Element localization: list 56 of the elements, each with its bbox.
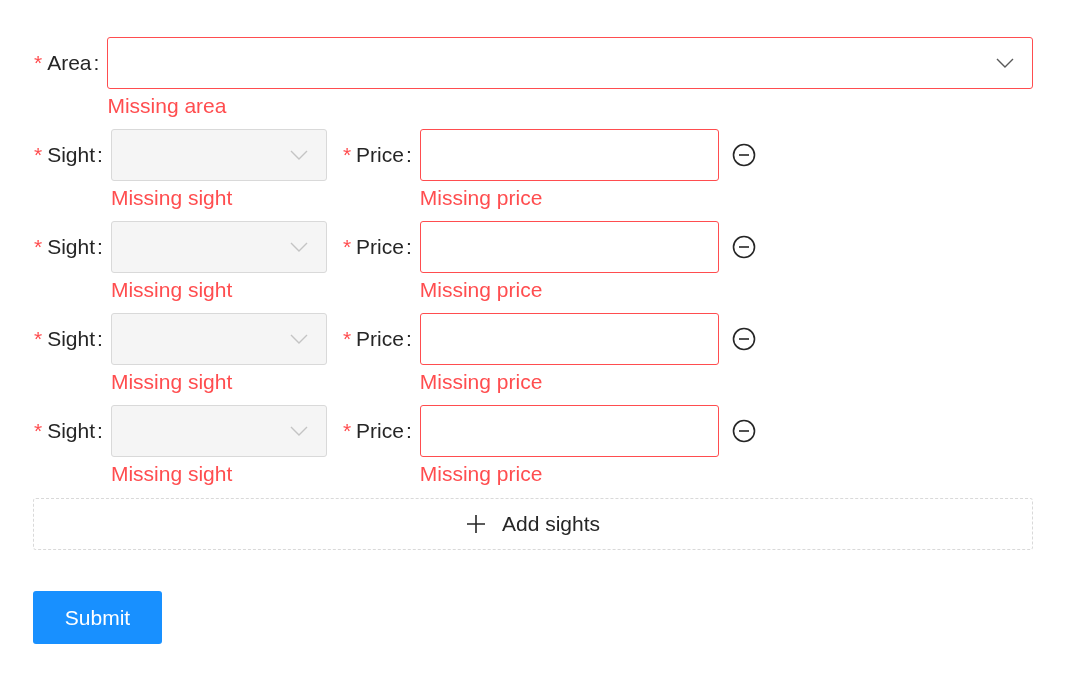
error-message: Missing price bbox=[419, 461, 543, 487]
colon: : bbox=[93, 51, 100, 75]
required-mark: * bbox=[34, 235, 43, 259]
chevron-down-icon bbox=[289, 426, 308, 436]
field-label: Sight bbox=[47, 327, 96, 351]
minus-circle-icon bbox=[731, 327, 756, 351]
colon: : bbox=[97, 235, 103, 259]
required-mark: * bbox=[34, 51, 43, 75]
field-label: Sight bbox=[47, 419, 96, 443]
required-mark: * bbox=[34, 327, 43, 351]
field-label: Price bbox=[356, 419, 404, 443]
chevron-down-icon bbox=[289, 150, 308, 160]
error-message: Missing price bbox=[419, 369, 543, 395]
error-message: Missing sight bbox=[110, 185, 233, 211]
colon: : bbox=[405, 235, 412, 259]
add-sights-button[interactable]: Add sights bbox=[33, 498, 1033, 550]
required-mark: * bbox=[342, 327, 352, 351]
required-mark: * bbox=[34, 419, 43, 443]
field-label: Sight bbox=[47, 143, 96, 167]
required-mark: * bbox=[34, 143, 43, 167]
minus-circle-icon bbox=[731, 419, 756, 443]
remove-button[interactable] bbox=[731, 143, 756, 167]
field-label: Area bbox=[47, 51, 92, 75]
error-message: Missing sight bbox=[110, 369, 233, 395]
field-label: Price bbox=[356, 143, 404, 167]
error-message: Missing sight bbox=[110, 461, 233, 487]
required-mark: * bbox=[342, 143, 352, 167]
select-field[interactable] bbox=[107, 37, 1033, 89]
minus-circle-icon bbox=[731, 143, 756, 167]
required-mark: * bbox=[342, 419, 352, 443]
input-field[interactable] bbox=[419, 129, 719, 181]
error-message: Missing price bbox=[419, 185, 543, 211]
plus-icon bbox=[465, 514, 486, 534]
input-field[interactable] bbox=[419, 313, 719, 365]
colon: : bbox=[97, 327, 103, 351]
colon: : bbox=[405, 143, 412, 167]
error-message: Missing area bbox=[107, 93, 227, 119]
colon: : bbox=[97, 143, 103, 167]
remove-button[interactable] bbox=[731, 235, 756, 259]
error-message: Missing price bbox=[419, 277, 543, 303]
chevron-down-icon bbox=[996, 58, 1014, 68]
chevron-down-icon bbox=[289, 334, 308, 344]
input-field[interactable] bbox=[419, 221, 719, 273]
colon: : bbox=[405, 327, 412, 351]
field-label: Price bbox=[356, 327, 404, 351]
colon: : bbox=[405, 419, 412, 443]
input-field[interactable] bbox=[419, 405, 719, 457]
remove-button[interactable] bbox=[731, 419, 756, 443]
required-mark: * bbox=[342, 235, 352, 259]
minus-circle-icon bbox=[731, 235, 756, 259]
error-message: Missing sight bbox=[110, 277, 233, 303]
chevron-down-icon bbox=[289, 242, 308, 252]
field-label: Sight bbox=[47, 235, 96, 259]
colon: : bbox=[97, 419, 103, 443]
remove-button[interactable] bbox=[731, 327, 756, 351]
field-label: Price bbox=[356, 235, 404, 259]
